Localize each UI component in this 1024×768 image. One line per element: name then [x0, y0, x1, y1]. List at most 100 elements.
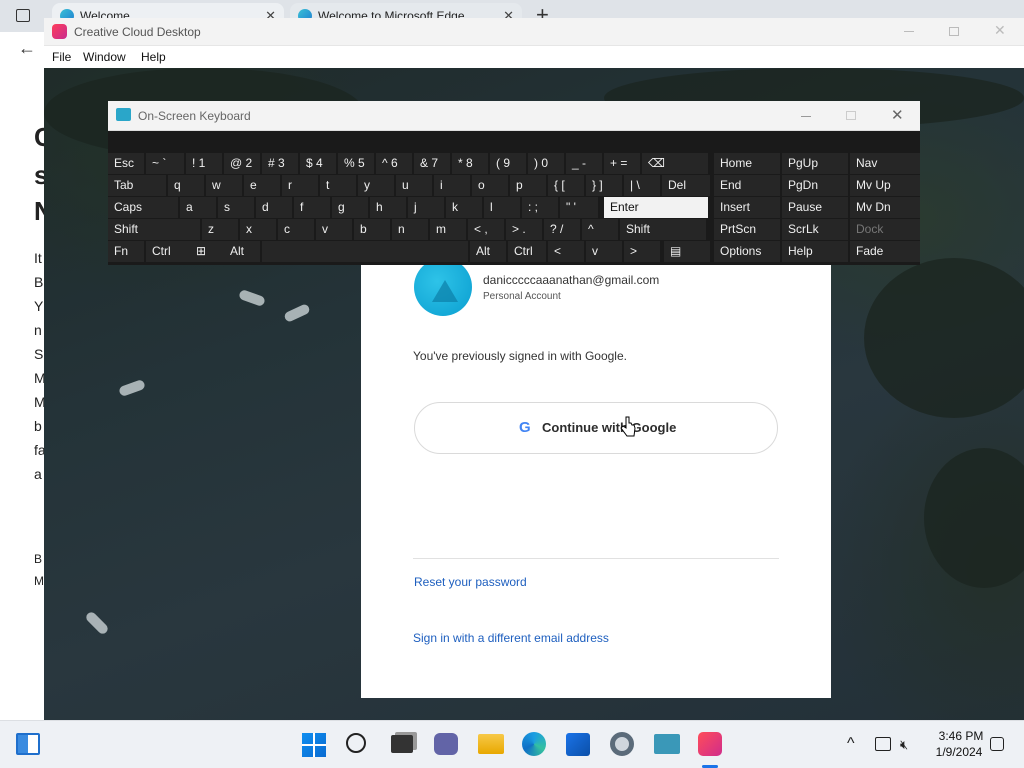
- osk-key[interactable]: | \: [624, 175, 660, 196]
- creative-cloud-icon[interactable]: [698, 732, 722, 756]
- osk-key[interactable]: >: [624, 241, 660, 262]
- menu-file[interactable]: File: [52, 50, 71, 64]
- osk-key[interactable]: v: [316, 219, 352, 240]
- osk-key[interactable]: Help: [782, 241, 848, 262]
- minimize-icon[interactable]: [904, 31, 914, 32]
- osk-key[interactable]: e: [244, 175, 280, 196]
- osk-key[interactable]: ! 1: [186, 153, 222, 174]
- edge-icon[interactable]: [522, 732, 546, 756]
- osk-key[interactable]: PrtScn: [714, 219, 780, 240]
- osk-key[interactable]: n: [392, 219, 428, 240]
- osk-key[interactable]: b: [354, 219, 390, 240]
- osk-key[interactable]: Shift: [108, 219, 200, 240]
- osk-key[interactable]: { [: [548, 175, 584, 196]
- osk-key[interactable]: k: [446, 197, 482, 218]
- osk-key[interactable]: < ,: [468, 219, 504, 240]
- osk-icon[interactable]: [654, 734, 680, 754]
- osk-key[interactable]: w: [206, 175, 242, 196]
- osk-key[interactable]: End: [714, 175, 780, 196]
- osk-key[interactable]: Alt: [224, 241, 260, 262]
- osk-key[interactable]: ⌫: [642, 153, 708, 174]
- osk-key[interactable]: i: [434, 175, 470, 196]
- maximize-icon[interactable]: [846, 111, 856, 120]
- osk-key[interactable]: Fn: [108, 241, 144, 262]
- osk-key[interactable]: p: [510, 175, 546, 196]
- osk-key[interactable]: Mv Dn: [850, 197, 920, 218]
- minimize-icon[interactable]: [801, 116, 811, 117]
- widgets-icon[interactable]: [16, 733, 40, 755]
- osk-key[interactable]: x: [240, 219, 276, 240]
- osk-key[interactable]: u: [396, 175, 432, 196]
- edge-tab-actions-icon[interactable]: [16, 9, 30, 22]
- osk-key[interactable]: Nav: [850, 153, 920, 174]
- osk-key[interactable]: % 5: [338, 153, 374, 174]
- show-hidden-icons-chevron[interactable]: ^: [847, 735, 855, 753]
- teams-chat-icon[interactable]: [434, 733, 458, 755]
- task-view-icon[interactable]: [391, 735, 413, 753]
- menu-help[interactable]: Help: [141, 50, 166, 64]
- osk-key[interactable]: > .: [506, 219, 542, 240]
- osk-key[interactable]: ? /: [544, 219, 580, 240]
- osk-key[interactable]: } ]: [586, 175, 622, 196]
- osk-key[interactable]: c: [278, 219, 314, 240]
- volume-muted-icon[interactable]: 🔇︎: [900, 737, 908, 753]
- osk-key[interactable]: Fade: [850, 241, 920, 262]
- osk-key[interactable]: & 7: [414, 153, 450, 174]
- start-icon[interactable]: [302, 733, 326, 757]
- osk-key[interactable]: Alt: [470, 241, 506, 262]
- osk-key[interactable]: d: [256, 197, 292, 218]
- osk-key[interactable]: m: [430, 219, 466, 240]
- osk-key[interactable]: Dock: [850, 219, 920, 240]
- osk-key[interactable]: t: [320, 175, 356, 196]
- different-email-link[interactable]: Sign in with a different email address: [413, 631, 609, 645]
- osk-key[interactable]: o: [472, 175, 508, 196]
- osk-key[interactable]: v: [586, 241, 622, 262]
- osk-key[interactable]: r: [282, 175, 318, 196]
- osk-key[interactable]: l: [484, 197, 520, 218]
- osk-key[interactable]: Ctrl: [508, 241, 546, 262]
- store-icon[interactable]: [566, 733, 590, 756]
- osk-key[interactable]: <: [548, 241, 584, 262]
- osk-key[interactable]: q: [168, 175, 204, 196]
- osk-key[interactable]: ▤: [664, 241, 710, 262]
- osk-key[interactable]: ^ 6: [376, 153, 412, 174]
- file-explorer-icon[interactable]: [478, 734, 504, 754]
- osk-key[interactable]: s: [218, 197, 254, 218]
- osk-key[interactable]: Home: [714, 153, 780, 174]
- osk-key[interactable]: ⊞: [190, 241, 226, 262]
- clock-time[interactable]: 3:46 PM: [934, 729, 988, 743]
- osk-key[interactable]: + =: [604, 153, 640, 174]
- network-icon[interactable]: [875, 737, 891, 751]
- osk-key[interactable]: Shift: [620, 219, 706, 240]
- osk-key[interactable]: PgUp: [782, 153, 848, 174]
- osk-key[interactable]: " ': [560, 197, 598, 218]
- osk-key[interactable]: Del: [662, 175, 710, 196]
- menu-window[interactable]: Window: [83, 50, 126, 64]
- osk-key[interactable]: : ;: [522, 197, 558, 218]
- osk-key[interactable]: _ -: [566, 153, 602, 174]
- osk-key[interactable]: ^: [582, 219, 618, 240]
- settings-icon[interactable]: [610, 732, 634, 756]
- osk-key[interactable]: ScrLk: [782, 219, 848, 240]
- osk-key[interactable]: z: [202, 219, 238, 240]
- osk-key[interactable]: * 8: [452, 153, 488, 174]
- osk-key[interactable]: ~ `: [146, 153, 184, 174]
- continue-with-google-button[interactable]: G Continue with Google: [414, 402, 778, 454]
- search-icon[interactable]: [346, 733, 366, 753]
- close-icon[interactable]: ✕: [994, 22, 1006, 39]
- clock-date[interactable]: 1/9/2024: [930, 745, 988, 759]
- osk-key[interactable]: $ 4: [300, 153, 336, 174]
- osk-key[interactable]: PgDn: [782, 175, 848, 196]
- osk-key-space[interactable]: [262, 241, 468, 262]
- osk-key[interactable]: a: [180, 197, 216, 218]
- osk-key[interactable]: y: [358, 175, 394, 196]
- osk-key[interactable]: Esc: [108, 153, 144, 174]
- osk-key[interactable]: Pause: [782, 197, 848, 218]
- notification-icon[interactable]: [990, 737, 1004, 751]
- reset-password-link[interactable]: Reset your password: [414, 575, 527, 589]
- maximize-icon[interactable]: [949, 27, 959, 36]
- osk-key[interactable]: j: [408, 197, 444, 218]
- osk-key[interactable]: f: [294, 197, 330, 218]
- osk-key[interactable]: Mv Up: [850, 175, 920, 196]
- osk-key[interactable]: ( 9: [490, 153, 526, 174]
